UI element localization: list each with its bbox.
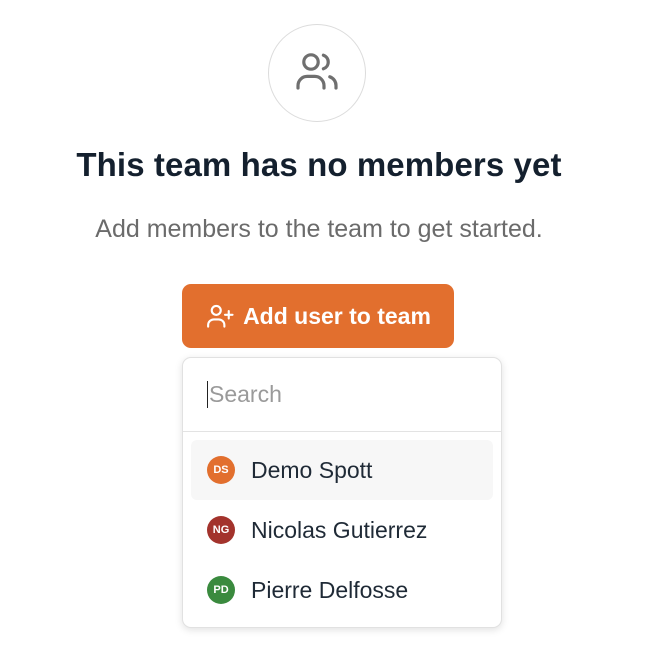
empty-state-title: This team has no members yet <box>76 146 562 183</box>
user-option[interactable]: DS Demo Spott <box>191 440 493 500</box>
user-avatar: NG <box>207 516 235 544</box>
add-user-button-label: Add user to team <box>243 302 431 329</box>
search-field-wrapper <box>183 358 501 432</box>
user-name: Demo Spott <box>251 456 373 483</box>
users-icon <box>293 47 341 100</box>
user-name: Pierre Delfosse <box>251 576 409 603</box>
user-option[interactable]: NG Nicolas Gutierrez <box>191 500 493 560</box>
user-avatar: PD <box>207 576 235 604</box>
user-search-dropdown: DS Demo Spott NG Nicolas Gutierrez PD Pierre … <box>182 357 502 628</box>
user-option[interactable]: PD Pierre Delfosse <box>191 560 493 620</box>
user-avatar: DS <box>207 456 235 484</box>
user-list: DS Demo Spott NG Nicolas Gutierrez PD Pierre … <box>183 432 501 620</box>
add-user-to-team-button[interactable]: Add user to team <box>182 284 454 348</box>
team-icon-circle <box>268 24 366 122</box>
search-input[interactable] <box>207 381 479 408</box>
user-name: Nicolas Gutierrez <box>251 516 428 543</box>
user-plus-icon <box>205 301 235 331</box>
empty-state-subtitle: Add members to the team to get started. <box>95 215 543 243</box>
empty-state: This team has no members yet Add members… <box>0 0 648 658</box>
